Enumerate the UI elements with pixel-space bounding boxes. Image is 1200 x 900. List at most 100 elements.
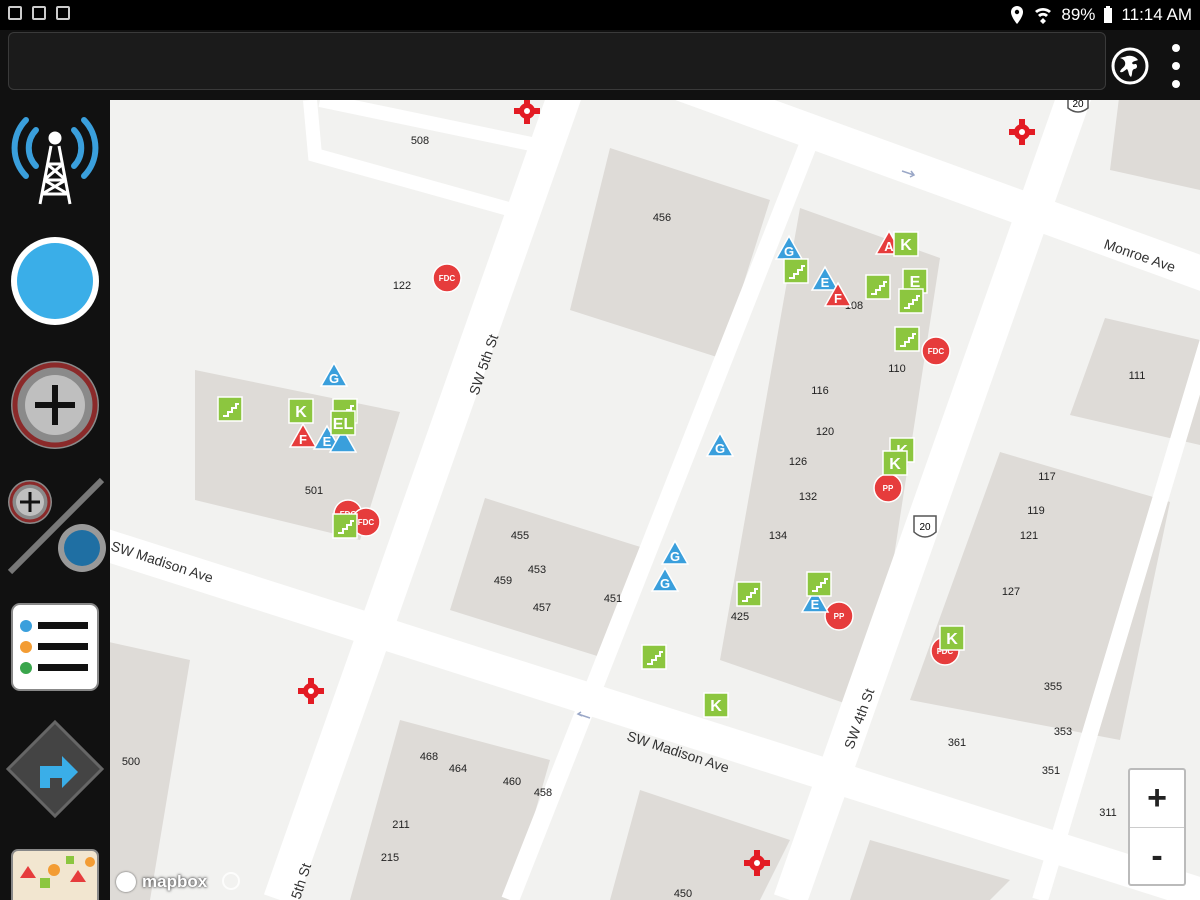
svg-text:FDC: FDC: [439, 274, 456, 283]
address-number: 110: [888, 363, 906, 375]
address-number: 351: [1042, 765, 1060, 777]
address-number: 361: [948, 737, 966, 749]
svg-text:FDC: FDC: [358, 518, 375, 527]
access-marker[interactable]: [332, 513, 358, 539]
hazard-marker[interactable]: G: [705, 431, 735, 457]
svg-text:K: K: [946, 631, 958, 648]
zoom-out-button[interactable]: -: [1130, 828, 1184, 885]
access-marker[interactable]: K: [703, 692, 729, 718]
svg-text:EL: EL: [333, 416, 354, 433]
svg-text:E: E: [323, 434, 332, 449]
map-layers-thumbnail[interactable]: [10, 848, 100, 900]
address-number: 111: [1129, 370, 1146, 382]
address-number: 127: [1002, 586, 1020, 598]
address-number: 460: [503, 776, 521, 788]
fdc-marker[interactable]: FDC: [432, 263, 462, 293]
hydrant-icon[interactable]: [514, 100, 540, 124]
access-marker[interactable]: K: [939, 625, 965, 651]
top-bar: [0, 30, 1200, 100]
fdc-marker[interactable]: PP: [873, 473, 903, 503]
svg-text:K: K: [710, 698, 722, 715]
access-marker[interactable]: [736, 581, 762, 607]
overflow-menu-icon[interactable]: [1166, 44, 1186, 88]
route-shield: 20: [919, 522, 931, 533]
radio-tower-icon[interactable]: [6, 108, 104, 210]
address-number: 450: [674, 888, 692, 900]
address-number: 453: [528, 564, 546, 576]
mapbox-logo-icon: [116, 872, 136, 892]
zoom-in-button[interactable]: +: [1130, 770, 1184, 828]
address-number: 464: [449, 763, 467, 775]
address-number: 355: [1044, 681, 1062, 693]
address-number: 501: [305, 485, 323, 497]
access-marker[interactable]: K: [288, 398, 314, 424]
globe-icon[interactable]: [1110, 46, 1150, 86]
hazard-marker[interactable]: G: [660, 539, 690, 565]
info-icon[interactable]: [222, 872, 240, 890]
address-number: 117: [1038, 471, 1056, 483]
access-marker[interactable]: [898, 288, 924, 314]
svg-text:E: E: [811, 597, 820, 612]
address-number: 215: [381, 852, 399, 864]
directions-button[interactable]: [4, 718, 106, 820]
address-number: 134: [769, 530, 787, 542]
battery-icon: [1104, 6, 1113, 23]
hazard-marker[interactable]: G: [319, 361, 349, 387]
hydrant-icon[interactable]: [1009, 119, 1035, 145]
svg-text:PP: PP: [883, 484, 894, 493]
legend-list[interactable]: [10, 602, 100, 692]
address-number: 508: [411, 135, 429, 147]
svg-text:F: F: [299, 432, 307, 447]
address-number: 120: [816, 426, 834, 438]
address-number: 451: [604, 593, 622, 605]
svg-text:G: G: [670, 549, 680, 564]
address-number: 132: [799, 491, 817, 503]
access-marker[interactable]: EL: [330, 410, 356, 436]
sidebar: [0, 100, 110, 900]
attribution-text: mapbox: [142, 872, 208, 891]
map-canvas[interactable]: SW 5th St SW 4th St SW Madison Ave SW Ma…: [110, 100, 1200, 900]
map-view[interactable]: SW 5th St SW 4th St SW Madison Ave SW Ma…: [110, 100, 1200, 900]
svg-text:G: G: [784, 244, 794, 259]
wifi-icon: [1035, 7, 1052, 25]
address-number: 119: [1027, 505, 1045, 517]
svg-text:K: K: [889, 456, 901, 473]
access-marker[interactable]: [894, 326, 920, 352]
add-button[interactable]: [8, 358, 102, 452]
address-number: 116: [811, 385, 829, 397]
route-shield: 20: [1072, 100, 1084, 110]
svg-text:PP: PP: [834, 612, 845, 621]
usb-icon: [32, 6, 46, 20]
image-icon: [8, 6, 22, 20]
access-marker[interactable]: K: [893, 231, 919, 257]
address-number: 126: [789, 456, 807, 468]
address-number: 311: [1099, 807, 1117, 819]
svg-text:FDC: FDC: [928, 347, 945, 356]
status-bar: 89% 11:14 AM: [0, 0, 1200, 30]
location-icon: [1011, 6, 1024, 24]
download-icon: [56, 6, 70, 20]
access-marker[interactable]: [641, 644, 667, 670]
access-marker[interactable]: K: [882, 450, 908, 476]
access-marker[interactable]: [783, 258, 809, 284]
address-number: 459: [494, 575, 512, 587]
svg-text:E: E: [821, 275, 830, 290]
access-marker[interactable]: [865, 274, 891, 300]
svg-text:A: A: [884, 239, 894, 254]
address-number: 425: [731, 611, 749, 623]
address-number: 122: [393, 280, 411, 292]
zoom-layer-toggle[interactable]: [4, 474, 108, 578]
access-marker[interactable]: [217, 396, 243, 422]
access-marker[interactable]: [806, 571, 832, 597]
search-input[interactable]: [8, 32, 1106, 90]
svg-text:K: K: [295, 404, 307, 421]
hazard-marker[interactable]: G: [650, 566, 680, 592]
hydrant-icon[interactable]: [298, 678, 324, 704]
fdc-marker[interactable]: PP: [824, 601, 854, 631]
zoom-control: + -: [1128, 768, 1186, 886]
address-number: 211: [392, 819, 410, 831]
clock: 11:14 AM: [1121, 5, 1192, 24]
address-number: 458: [534, 787, 552, 799]
fdc-marker[interactable]: FDC: [921, 336, 951, 366]
record-button[interactable]: [8, 234, 102, 328]
